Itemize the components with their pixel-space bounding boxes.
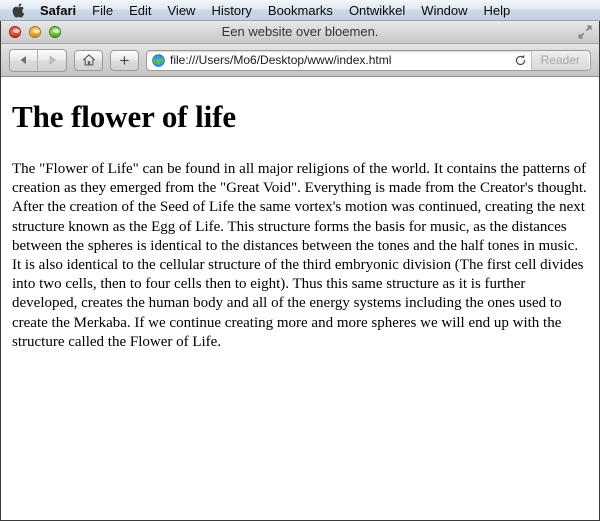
- close-button[interactable]: [9, 26, 21, 38]
- browser-toolbar: + file:///Users/Mo6/Desktop/www/index.ht…: [1, 44, 599, 77]
- reader-label: Reader: [541, 53, 580, 67]
- navigation-buttons: [9, 49, 67, 72]
- browser-window: Een website over bloemen.: [0, 21, 600, 521]
- window-title: Een website over bloemen.: [1, 21, 599, 43]
- reader-button[interactable]: Reader: [531, 51, 589, 70]
- window-title-bar[interactable]: Een website over bloemen.: [1, 21, 599, 44]
- forward-arrow-icon: [48, 55, 57, 65]
- minimize-button[interactable]: [29, 26, 41, 38]
- url-text[interactable]: file:///Users/Mo6/Desktop/www/index.html: [170, 53, 511, 67]
- menu-item-help[interactable]: Help: [484, 0, 511, 21]
- address-bar[interactable]: file:///Users/Mo6/Desktop/www/index.html…: [146, 50, 591, 71]
- add-tab-button[interactable]: +: [110, 50, 139, 71]
- reload-button[interactable]: [511, 51, 531, 70]
- back-button[interactable]: [10, 50, 38, 71]
- menu-item-file[interactable]: File: [92, 0, 113, 21]
- menu-item-window[interactable]: Window: [421, 0, 467, 21]
- screen: Safari File Edit View History Bookmarks …: [0, 0, 600, 521]
- zoom-button[interactable]: [49, 26, 61, 38]
- menu-item-view[interactable]: View: [168, 0, 196, 21]
- menu-item-bookmarks[interactable]: Bookmarks: [268, 0, 333, 21]
- menu-item-safari[interactable]: Safari: [40, 0, 76, 21]
- page-content: The flower of life The "Flower of Life" …: [1, 77, 599, 520]
- page-title: The flower of life: [12, 99, 588, 135]
- globe-icon: [152, 54, 165, 67]
- reload-icon: [514, 54, 527, 67]
- menu-item-ontwikkel[interactable]: Ontwikkel: [349, 0, 405, 21]
- menu-bar: Safari File Edit View History Bookmarks …: [0, 0, 600, 21]
- forward-button[interactable]: [38, 50, 66, 71]
- menu-item-edit[interactable]: Edit: [129, 0, 151, 21]
- menu-item-history[interactable]: History: [211, 0, 251, 21]
- apple-logo-icon[interactable]: [12, 2, 27, 19]
- fullscreen-icon[interactable]: [577, 24, 593, 40]
- page-paragraph: The "Flower of Life" can be found in all…: [12, 160, 588, 352]
- plus-icon: +: [120, 52, 130, 69]
- home-icon: [82, 53, 96, 67]
- back-arrow-icon: [19, 55, 28, 65]
- window-controls: [9, 26, 61, 38]
- home-button[interactable]: [74, 50, 103, 71]
